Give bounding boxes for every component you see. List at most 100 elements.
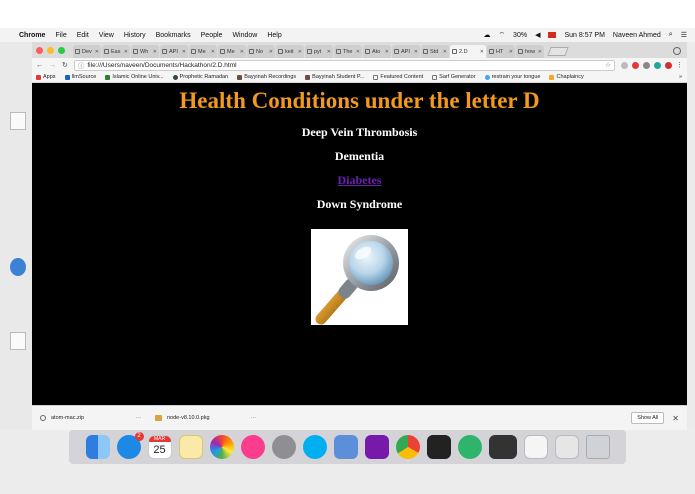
photos-icon[interactable] — [209, 435, 234, 459]
menu-people[interactable]: People — [201, 32, 223, 39]
app-store-icon[interactable]: 2 — [116, 432, 144, 459]
show-all-downloads-button[interactable]: Show All — [631, 412, 665, 424]
bookmark-featured-content[interactable]: Featured Content — [373, 74, 423, 80]
tab-close-icon[interactable]: ✕ — [240, 49, 244, 55]
tab-close-icon[interactable]: ✕ — [480, 49, 484, 55]
menu-edit[interactable]: Edit — [77, 32, 89, 39]
back-icon[interactable]: ← — [36, 62, 43, 69]
menu-help[interactable]: Help — [267, 32, 281, 39]
tab-close-icon[interactable]: ✕ — [153, 49, 157, 55]
tab-close-icon[interactable]: ✕ — [298, 49, 302, 55]
tab-active[interactable]: 2.D ✕ — [450, 45, 486, 58]
tab[interactable]: HT ✕ — [487, 45, 515, 58]
bookmark-prophetic-ramadan[interactable]: Prophetic Ramadan — [172, 74, 228, 80]
tab[interactable]: pyt ✕ — [305, 45, 333, 58]
extension-icon[interactable] — [643, 61, 650, 69]
screen-icon[interactable] — [488, 435, 517, 459]
menu-app-name[interactable]: Chrome — [19, 32, 45, 39]
tab-close-icon[interactable]: ✕ — [182, 49, 186, 55]
zoom-window-button[interactable] — [58, 47, 65, 54]
download-item[interactable]: atom-mac.zip ··· — [32, 415, 147, 421]
tab-close-icon[interactable]: ✕ — [414, 49, 418, 55]
tab[interactable]: The ✕ — [334, 45, 362, 58]
bookmark-bayyinah-recordings[interactable]: Bayyinah Recordings — [237, 74, 296, 80]
tab-close-icon[interactable]: ✕ — [95, 49, 99, 55]
terminal-icon[interactable] — [426, 435, 451, 459]
tab[interactable]: Wh ✕ — [131, 45, 159, 58]
opera-icon[interactable] — [665, 61, 672, 69]
itunes-icon[interactable] — [240, 435, 265, 459]
pinterest-icon[interactable] — [632, 61, 639, 69]
bookmark-sarf-generator[interactable]: Sarf Generator — [432, 74, 476, 80]
notification-center-icon[interactable]: ☰ — [681, 31, 687, 39]
documents-icon[interactable] — [523, 435, 548, 459]
tab[interactable]: Eas ✕ — [102, 45, 130, 58]
menu-view[interactable]: View — [99, 32, 114, 39]
diabetes-link[interactable]: Diabetes — [338, 173, 382, 187]
volume-icon[interactable]: ◀ — [535, 31, 540, 39]
new-tab-button[interactable] — [547, 47, 569, 56]
menu-window[interactable]: Window — [232, 32, 257, 39]
notes-icon[interactable] — [178, 435, 203, 459]
tab[interactable]: Me ✕ — [189, 45, 217, 58]
textedit-icon[interactable] — [333, 435, 358, 459]
bookmark-chaplaincy[interactable]: Chaplaincy — [549, 74, 584, 80]
tab-close-icon[interactable]: ✕ — [124, 49, 128, 55]
extension-icon[interactable] — [621, 61, 628, 69]
menu-file[interactable]: File — [55, 32, 66, 39]
downloads-stack-icon[interactable] — [554, 435, 579, 459]
menu-bookmarks[interactable]: Bookmarks — [156, 32, 191, 39]
bookmark-apps[interactable]: Apps — [36, 74, 56, 80]
tab[interactable]: how ✕ — [516, 45, 544, 58]
minimize-window-button[interactable] — [47, 47, 54, 54]
input-source-flag-icon[interactable] — [548, 32, 557, 38]
desktop-file-icon[interactable] — [10, 112, 26, 130]
trash-icon[interactable] — [585, 435, 610, 459]
battery-percent[interactable]: 30% — [513, 32, 527, 39]
tab-close-icon[interactable]: ✕ — [385, 49, 389, 55]
tab[interactable]: Me ✕ — [218, 45, 246, 58]
desktop-app-icon[interactable] — [10, 258, 26, 276]
calendar-icon[interactable]: MAR 25 — [147, 435, 172, 459]
atom-icon[interactable] — [457, 435, 482, 459]
desktop-document-icon[interactable] — [10, 332, 26, 350]
tab[interactable]: No ✕ — [247, 45, 275, 58]
menu-kebab-icon[interactable]: ⋮ — [676, 61, 683, 69]
address-bar[interactable]: ⓘ file:///Users/naveen/Documents/Hackath… — [73, 59, 615, 71]
tab-close-icon[interactable]: ✕ — [509, 49, 513, 55]
system-preferences-icon[interactable] — [271, 435, 296, 459]
wifi-icon[interactable]: ⌔ — [498, 31, 505, 40]
download-options-icon[interactable]: ··· — [251, 415, 257, 421]
tab-close-icon[interactable]: ✕ — [356, 49, 360, 55]
tab[interactable]: Std ✕ — [421, 45, 449, 58]
tab[interactable]: API ✕ — [392, 45, 420, 58]
tab[interactable]: Dev ✕ — [73, 45, 101, 58]
finder-icon[interactable] — [85, 435, 110, 459]
extension-icon[interactable] — [654, 61, 661, 69]
bookmark-islamic-online-univ[interactable]: Islamic Online Univ... — [105, 74, 164, 80]
tab-close-icon[interactable]: ✕ — [443, 49, 447, 55]
download-item[interactable]: node-v8.10.0.pkg ··· — [147, 415, 262, 421]
tab-close-icon[interactable]: ✕ — [269, 49, 273, 55]
bookmark-ilmsource[interactable]: IlmSource — [64, 74, 96, 80]
tab-close-icon[interactable]: ✕ — [538, 49, 542, 55]
menu-history[interactable]: History — [124, 32, 146, 39]
download-options-icon[interactable]: ··· — [136, 415, 142, 421]
tab[interactable]: API ✕ — [160, 45, 188, 58]
cloud-icon[interactable]: ☁ — [483, 31, 490, 39]
info-icon[interactable]: ⓘ — [78, 60, 85, 70]
tab[interactable]: keit ✕ — [276, 45, 304, 58]
tab-close-icon[interactable]: ✕ — [211, 49, 215, 55]
skype-icon[interactable] — [302, 435, 327, 459]
onenote-icon[interactable] — [364, 435, 389, 459]
menu-clock[interactable]: Sun 8:57 PM — [564, 32, 604, 39]
bookmarks-overflow-icon[interactable]: » — [679, 74, 682, 80]
profile-icon[interactable] — [673, 47, 681, 55]
close-downloads-bar-icon[interactable]: ✕ — [672, 414, 679, 423]
tab[interactable]: Ato ✕ — [363, 45, 391, 58]
bookmark-star-icon[interactable]: ☆ — [605, 61, 611, 69]
reload-icon[interactable]: ↻ — [62, 61, 68, 69]
forward-icon[interactable]: → — [49, 62, 56, 69]
menu-user[interactable]: Naveen Ahmed — [613, 32, 661, 39]
tab-close-icon[interactable]: ✕ — [327, 49, 331, 55]
